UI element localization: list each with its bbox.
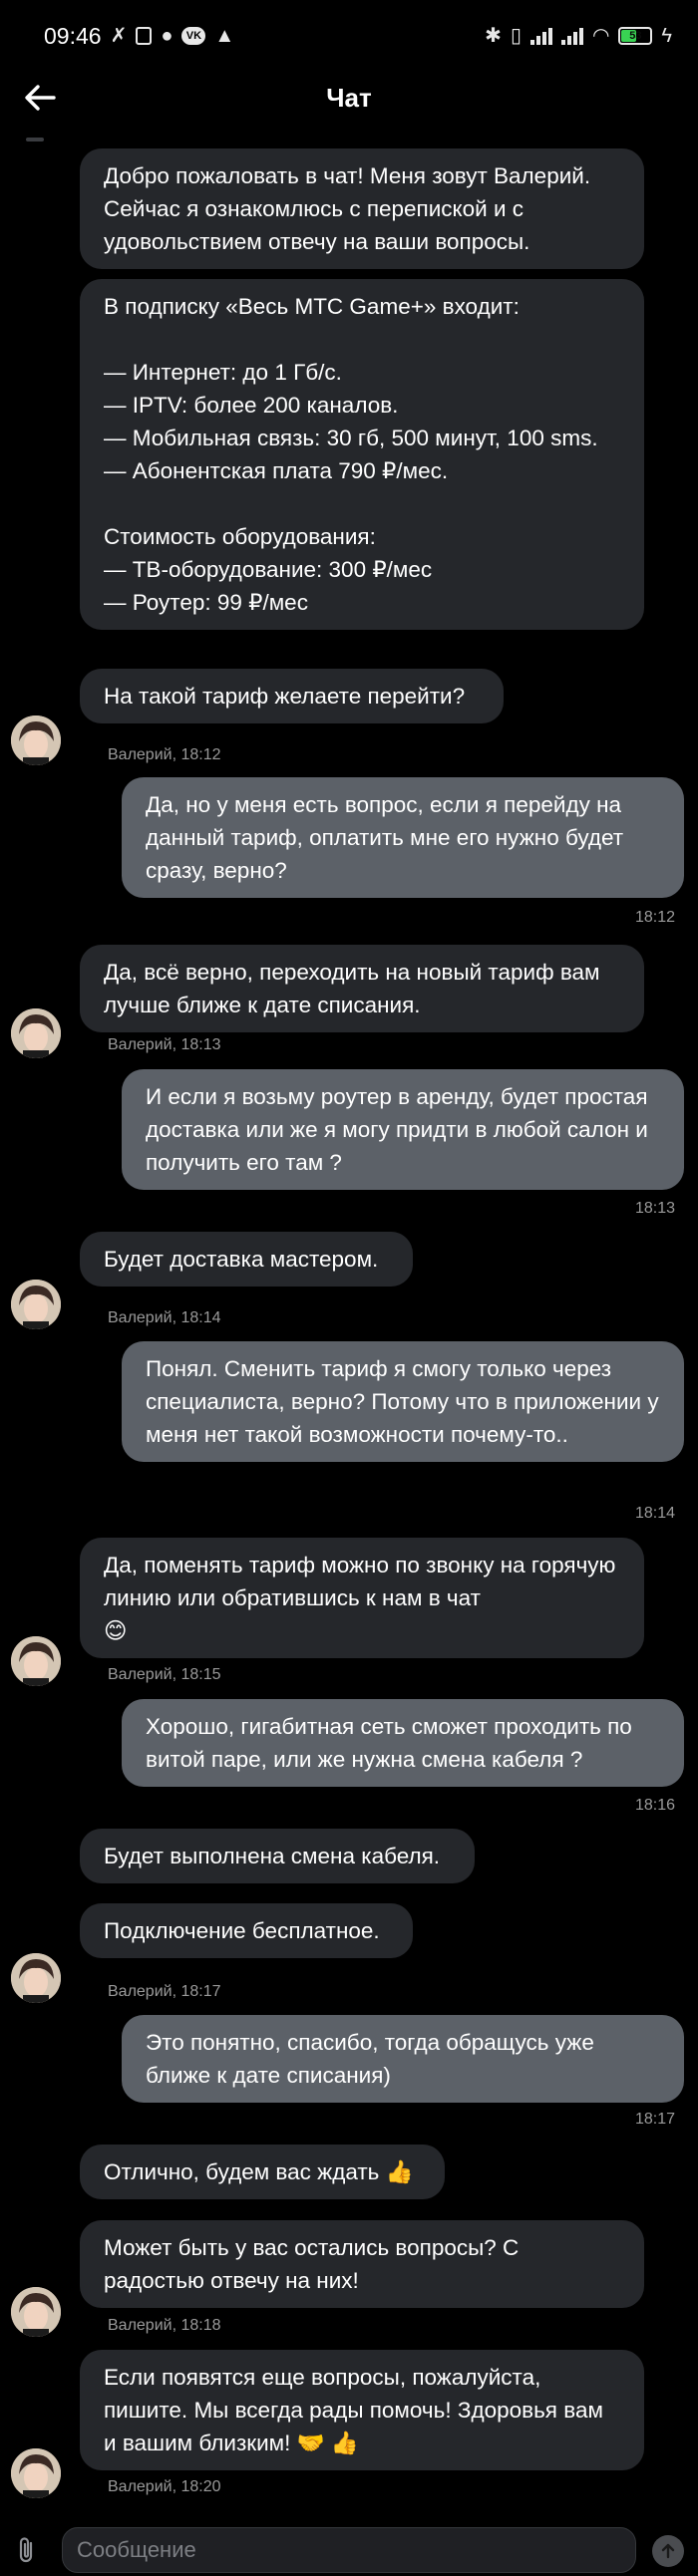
message-bubble: Может быть у вас остались вопросы? С рад… [80, 2220, 644, 2308]
avatar [11, 2448, 61, 2498]
message-meta: Валерий, 18:12 [108, 746, 221, 763]
message-meta: Валерий, 18:18 [108, 2317, 221, 2334]
message-bubble: В подписку «Весь МТС Game+» входит: — Ин… [80, 279, 644, 630]
chat-header: Чат [0, 72, 698, 124]
message-bubble: И если я возьму роутер в аренду, будет п… [122, 1069, 684, 1190]
message-input[interactable] [62, 2527, 636, 2573]
message-bubble: Будет доставка мастером. [80, 1232, 413, 1287]
vk-icon: VK [181, 27, 206, 45]
message-bubble: Отлично, будем вас ждать 👍 [80, 2145, 445, 2199]
message-meta: Валерий, 18:20 [108, 2478, 221, 2495]
status-time: 09:46 [44, 22, 102, 49]
back-arrow-icon[interactable] [22, 82, 58, 114]
signal-1-icon [529, 27, 552, 45]
message-meta: Валерий, 18:13 [108, 1036, 221, 1053]
message-bubble: На такой тариф желаете перейти? [80, 669, 504, 723]
charging-icon: ϟ [661, 25, 672, 47]
message-meta: Валерий, 18:17 [108, 1983, 221, 2000]
avatar [11, 1008, 61, 1058]
message-bubble: Да, но у меня есть вопрос, если я перейд… [122, 777, 684, 898]
message-meta: Валерий, 18:14 [108, 1309, 221, 1326]
battery-level: 53 [629, 30, 642, 42]
message-bubble: Добро пожаловать в чат! Меня зовут Валер… [80, 148, 644, 269]
battery-icon: 53 [618, 27, 653, 45]
scroll-indicator [26, 138, 44, 142]
notification-icon: ▲ [214, 25, 235, 47]
message-meta: 18:12 [635, 909, 676, 926]
message-composer [0, 2521, 698, 2576]
avatar [11, 1280, 61, 1329]
avatar [11, 2287, 61, 2337]
message-meta: 18:17 [635, 2111, 676, 2128]
message-bubble: Да, всё верно, переходить на новый тариф… [80, 945, 644, 1032]
wifi-icon: ◠ [591, 25, 610, 47]
arrow-up-icon [661, 2543, 675, 2559]
attach-icon[interactable] [14, 2535, 38, 2565]
message-bubble: Подключение бесплатное. [80, 1903, 413, 1958]
app-notification-icon [136, 27, 153, 45]
message-bubble: Понял. Сменить тариф я смогу только чере… [122, 1341, 684, 1462]
message-bubble: Будет выполнена смена кабеля. [80, 1829, 475, 1883]
message-meta: 18:16 [635, 1797, 676, 1814]
bluetooth-icon: ✱ [485, 25, 502, 47]
message-meta: 18:14 [635, 1505, 676, 1522]
send-button[interactable] [652, 2535, 684, 2567]
status-bar: 09:46 ✗ ● VK ▲ ✱ ▯ ◠ 53 ϟ [0, 0, 698, 72]
avatar [11, 1953, 61, 2003]
message-bubble: Хорошо, гигабитная сеть сможет проходить… [122, 1699, 684, 1787]
missed-call-icon: ✗ [110, 25, 128, 47]
message-bubble: Да, поменять тариф можно по звонку на го… [80, 1538, 644, 1658]
message-meta: 18:13 [635, 1200, 676, 1217]
message-meta: Валерий, 18:15 [108, 1666, 221, 1683]
avatar [11, 716, 61, 765]
message-bubble: Это понятно, спасибо, тогда обращусь уже… [122, 2015, 684, 2103]
avatar [11, 1636, 61, 1686]
signal-2-icon [560, 27, 583, 45]
vibrate-icon: ▯ [510, 25, 522, 47]
message-bubble: Если появятся еще вопросы, пожалуйста, п… [80, 2350, 644, 2470]
chat-notification-icon: ● [161, 25, 174, 47]
page-title: Чат [326, 82, 372, 113]
